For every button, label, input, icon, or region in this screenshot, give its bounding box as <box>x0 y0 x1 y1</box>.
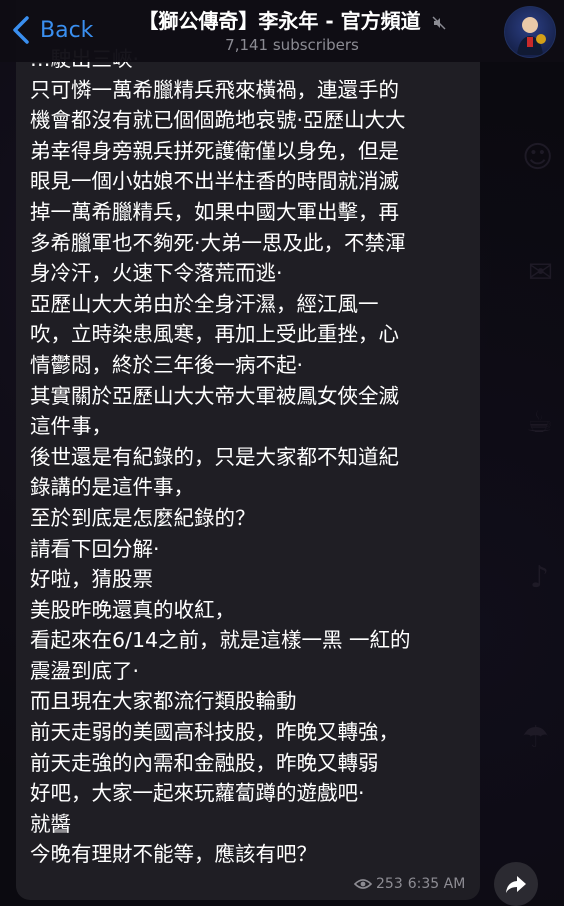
message-line: 後世還是有紀錄的，只是大家都不知道紀 <box>30 444 399 469</box>
avatar-portrait-icon <box>517 17 546 55</box>
message-line: 震盪到底了· <box>30 658 140 683</box>
message-line: 機會都沒有就已個個跪地哀號·亞歷山大大 <box>30 108 406 133</box>
message-line: 就醬 <box>30 811 71 836</box>
view-count: 253 <box>376 876 403 892</box>
message-line: 錄講的是這件事， <box>30 475 194 500</box>
channel-title: 【獅公傳奇】李永年 - 官方頻道 <box>138 9 421 33</box>
subscriber-count: 7,141 subscribers <box>225 36 359 54</box>
message-text: …駛出三峽·只可憐一萬希臘精兵飛來橫禍，連還手的機會都沒有就已個個跪地哀號·亞歷… <box>30 44 475 870</box>
message-line: 情鬱悶，終於三年後一病不起· <box>30 352 304 377</box>
message-line: 前天走強的內需和金融股，昨晚又轉弱 <box>30 750 379 775</box>
channel-avatar[interactable] <box>504 6 556 58</box>
message-line: 其實關於亞歷山大大帝大軍被鳳女俠全滅 <box>30 383 399 408</box>
pattern-doodle-icon: ♪ <box>530 560 550 595</box>
message-line: 看起來在6/14之前，就是這樣一黑 一紅的 <box>30 628 411 653</box>
eye-icon <box>354 879 372 889</box>
message-line: 眼見一個小姑娘不出半柱香的時間就消滅 <box>30 169 399 194</box>
mute-icon <box>432 16 446 29</box>
share-arrow-icon <box>506 876 526 893</box>
message-line: 好吧，大家一起來玩蘿蔔蹲的遊戲吧· <box>30 781 365 806</box>
message-line: 而且現在大家都流行類股輪動 <box>30 689 297 714</box>
message-time: 6:35 AM <box>407 876 466 892</box>
message-meta: 253 6:35 AM <box>354 876 470 892</box>
message-line: 好啦，猜股票 <box>30 567 153 592</box>
message-line: 今晚有理財不能等，應該有吧？ <box>30 842 317 867</box>
message-line: 掉一萬希臘精兵，如果中國大軍出擊，再 <box>30 199 399 224</box>
message-line: 請看下回分解· <box>30 536 160 561</box>
pattern-doodle-icon: ☂ <box>522 720 549 755</box>
message-line: 弟幸得身旁親兵拼死護衛僅以身免，但是 <box>30 138 399 163</box>
pattern-doodle-icon: ☺ <box>522 140 554 175</box>
channel-info[interactable]: 【獅公傳奇】李永年 - 官方頻道 7,141 subscribers <box>112 5 472 54</box>
message-line: 只可憐一萬希臘精兵飛來橫禍，連還手的 <box>30 77 399 102</box>
message-line: 美股昨晚還真的收紅， <box>30 597 235 622</box>
pattern-doodle-icon: ✉ <box>528 255 554 290</box>
forward-button[interactable] <box>494 862 538 906</box>
chat-header: Back 【獅公傳奇】李永年 - 官方頻道 7,141 subscribers <box>0 0 564 62</box>
message-line: 吹，立時染患風寒，再加上受此重挫，心 <box>30 322 399 347</box>
back-label: Back <box>40 17 94 43</box>
message-line: 前天走弱的美國高科技股，昨晚又轉強， <box>30 720 399 745</box>
message-line: 身冷汗，火速下令落荒而逃· <box>30 261 283 286</box>
message-line: 至於到底是怎麼紀錄的？ <box>30 505 256 530</box>
chevron-left-icon <box>13 16 29 44</box>
message-line: 這件事， <box>30 414 112 439</box>
back-button[interactable]: Back <box>8 10 93 50</box>
pattern-doodle-icon: ☕ <box>526 405 553 440</box>
message-line: 多希臘軍也不夠死·大弟一思及此，不禁渾 <box>30 230 406 255</box>
message-line: 亞歷山大大弟由於全身汗濕，經江風一 <box>30 291 379 316</box>
